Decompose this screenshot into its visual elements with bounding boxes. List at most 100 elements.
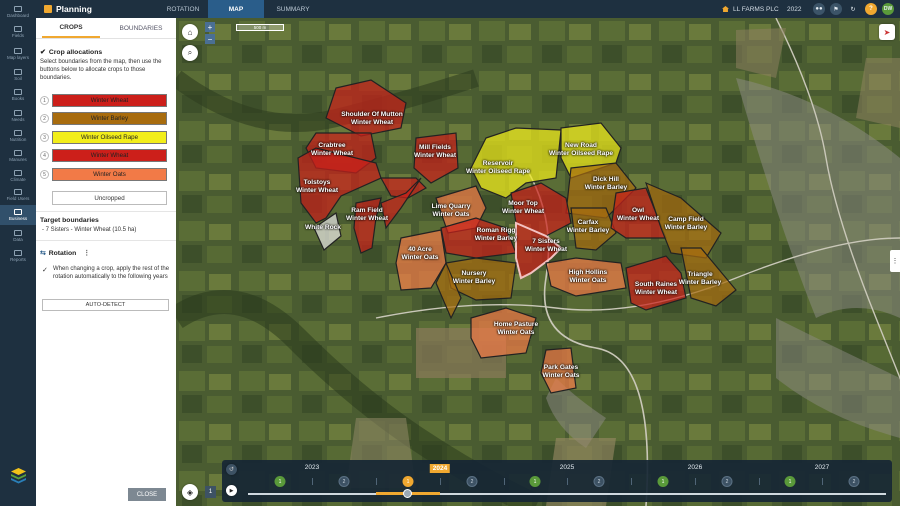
nav-map-layers[interactable]: Map layers (0, 44, 36, 64)
user-avatar[interactable]: DW (882, 3, 894, 15)
field-label: Crabtree Winter Wheat (310, 142, 354, 157)
field-label: Owl Winter Wheat (616, 207, 660, 222)
nav-label: Manures (9, 157, 27, 162)
nav-label: Needs (11, 117, 25, 122)
nav-climate[interactable]: Climate (0, 166, 36, 186)
crop-allocations-title: Crop allocations (48, 48, 103, 56)
tick (567, 478, 568, 485)
crop-row: 5 Winter Oats (40, 168, 168, 181)
rotation-icon: ⇆ (40, 250, 46, 257)
tab-crops[interactable]: CROPS (42, 18, 100, 38)
rotation-marker[interactable]: 2 (593, 476, 605, 487)
nav-label: Nutrition (9, 137, 27, 142)
climate-icon (14, 170, 22, 176)
timeline-year[interactable]: 2025 (560, 464, 574, 471)
timeline-year-current[interactable]: 2024 (429, 464, 451, 473)
close-button[interactable]: CLOSE (128, 488, 166, 501)
refresh-button[interactable]: ↻ (847, 3, 859, 15)
nav-data[interactable]: Data (0, 226, 36, 246)
field-label: Tolstoys Winter Wheat (295, 179, 339, 194)
tab-map[interactable]: MAP (208, 0, 264, 18)
help-icon: ? (869, 6, 873, 12)
nav-fields[interactable]: Fields (0, 22, 36, 42)
nav-label: Data (13, 237, 23, 242)
crop-row: 1 Winter Wheat (40, 94, 168, 107)
rotation-marker[interactable]: 2 (466, 476, 478, 487)
rotation-marker[interactable]: 2 (721, 476, 733, 487)
search-button[interactable]: ⌕ (182, 45, 198, 61)
field-label: New Road Winter Oilseed Rape (548, 142, 614, 157)
zoom-out-button[interactable]: − (205, 34, 215, 44)
crop-button-winter-oats[interactable]: Winter Oats (52, 168, 167, 181)
needs-icon (14, 110, 22, 116)
nav-books[interactable]: Books (0, 85, 36, 105)
year-selector[interactable]: 2022 (787, 0, 801, 18)
nav-soil[interactable]: Soil (0, 65, 36, 85)
crop-allocations-description: Select boundaries from the map, then use… (40, 59, 162, 81)
uncropped-button[interactable]: Uncropped (52, 191, 167, 205)
app-title-text: Planning (56, 4, 92, 14)
field-label: White Rock (305, 224, 341, 231)
tick (312, 478, 313, 485)
play-button[interactable]: ▶ (226, 485, 237, 496)
tab-summary[interactable]: SUMMARY (268, 0, 318, 18)
auto-detect-button[interactable]: AUTO-DETECT (42, 299, 169, 311)
rotation-marker[interactable]: 1 (274, 476, 286, 487)
tab-divider (36, 38, 176, 39)
nav-dashboard[interactable]: Dashboard (0, 2, 36, 22)
nav-manures[interactable]: Manures (0, 146, 36, 166)
crop-number: 3 (40, 133, 49, 142)
crop-button-winter-barley[interactable]: Winter Barley (52, 112, 167, 125)
rotation-marker[interactable]: 1 (784, 476, 796, 487)
field-label: Roman Rigg Winter Barley (474, 227, 518, 242)
rotation-marker[interactable]: 1 (402, 476, 414, 487)
crop-button-winter-oilseed-rape[interactable]: Winter Oilseed Rape (52, 131, 167, 144)
compass-button[interactable]: ➤ (879, 24, 895, 40)
rotation-marker[interactable]: 1 (529, 476, 541, 487)
timeline-track[interactable] (248, 493, 886, 495)
crop-row: 4 Winter Wheat (40, 149, 168, 162)
field-label: Home Pasture Winter Oats (493, 321, 539, 336)
field-label: Carfax Winter Barley (566, 219, 610, 234)
rotation-marker[interactable]: 2 (338, 476, 350, 487)
nav-needs[interactable]: Needs (0, 106, 36, 126)
nav-reports[interactable]: Reports (0, 246, 36, 266)
timeline-year[interactable]: 2027 (815, 464, 829, 471)
crop-button-winter-wheat[interactable]: Winter Wheat (52, 149, 167, 162)
side-panel-toggle[interactable]: ⋮ (890, 250, 900, 272)
map-view[interactable]: Shoulder Of Mutton Winter Wheat Crabtree W… (176, 18, 900, 506)
timeline-year[interactable]: 2023 (305, 464, 319, 471)
farm-selector[interactable]: LL FARMS PLC (722, 0, 779, 18)
rotation-checkbox[interactable]: ✓ (42, 266, 48, 274)
tab-boundaries[interactable]: BOUNDARIES (112, 18, 170, 38)
rotation-marker[interactable]: 2 (848, 476, 860, 487)
satellite-map[interactable] (176, 18, 900, 506)
app-title: Planning (44, 0, 92, 18)
plus-icon: + (207, 22, 213, 32)
soil-icon (14, 69, 22, 75)
home-button[interactable]: ⌂ (182, 24, 198, 40)
more-options-icon[interactable]: ⋮ (83, 249, 90, 257)
crop-button-winter-wheat[interactable]: Winter Wheat (52, 94, 167, 107)
rotation-marker[interactable]: 1 (657, 476, 669, 487)
users-button[interactable]: ●● (813, 3, 825, 15)
tab-rotation[interactable]: ROTATION (158, 0, 208, 18)
field-label: Dick Hill Winter Barley (584, 176, 628, 191)
nav-nutrition[interactable]: Nutrition (0, 126, 36, 146)
flag-button[interactable]: ⚑ (830, 3, 842, 15)
planning-icon (44, 5, 52, 13)
books-icon (14, 89, 22, 95)
help-button[interactable]: ? (865, 3, 877, 15)
layers-button[interactable]: ◈ (182, 484, 198, 500)
timeline-handle[interactable] (403, 489, 412, 498)
timeline-year[interactable]: 2026 (688, 464, 702, 471)
nav-field-users[interactable]: Field Users (0, 185, 36, 205)
field-label: Moor Top Winter Wheat (501, 200, 545, 215)
nav-business[interactable]: Business (0, 205, 36, 225)
crop-number: 1 (40, 96, 49, 105)
flag-icon: ⚑ (833, 6, 839, 13)
top-bar: Planning ROTATION MAP SUMMARY LL FARMS P… (36, 0, 900, 18)
more-icon: ⋮ (891, 258, 899, 265)
history-button[interactable]: ↺ (226, 464, 237, 475)
zoom-in-button[interactable]: + (205, 22, 215, 32)
